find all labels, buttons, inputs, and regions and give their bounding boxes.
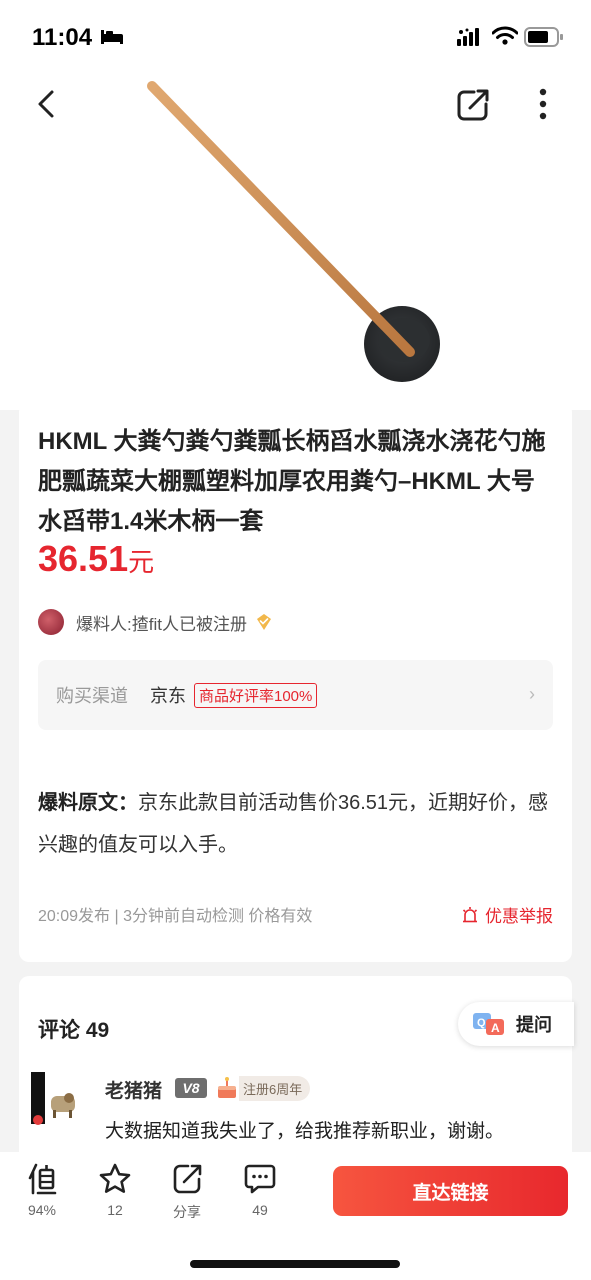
commenter-avatar[interactable] xyxy=(31,1072,81,1128)
product-title: HKML 大粪勺粪勺粪瓢长柄舀水瓢浇水浇花勺施肥瓢蔬菜大棚瓢塑料加厚农用粪勺–H… xyxy=(38,428,546,535)
more-vertical-icon xyxy=(539,88,547,120)
status-time: 11:04 xyxy=(32,24,93,51)
report-label: 优惠举报 xyxy=(485,907,553,926)
worth-button[interactable]: 94% xyxy=(12,1162,72,1218)
back-icon xyxy=(38,90,54,118)
back-button[interactable] xyxy=(30,86,66,122)
post-content: 爆料原文：京东此款目前活动售价36.51元，近期好价，感兴趣的值友可以入手。 xyxy=(38,782,558,866)
product-card: HKML 大粪勺粪勺粪瓢长柄舀水瓢浇水浇花勺施肥瓢蔬菜大棚瓢塑料加厚农用粪勺–H… xyxy=(19,402,572,962)
worth-label: 94% xyxy=(27,1202,57,1218)
svg-text:A: A xyxy=(491,1021,500,1035)
author-row[interactable]: 爆料人: 揸fit人已被注册 xyxy=(38,608,273,636)
favorite-count: 12 xyxy=(107,1202,123,1218)
share-icon xyxy=(173,1164,202,1194)
author-label: 爆料人: xyxy=(76,614,132,634)
comment-icon xyxy=(244,1164,276,1194)
product-image[interactable] xyxy=(130,70,450,390)
star-icon xyxy=(99,1163,131,1193)
ask-question-button[interactable]: AQ 提问 xyxy=(458,1002,574,1046)
qa-icon: AQ xyxy=(473,1013,504,1035)
share-top-button[interactable] xyxy=(454,86,492,124)
svg-text:Q: Q xyxy=(477,1017,486,1029)
comments-section: 评论 49 AQ 提问 老猪猪 V8 注册6周年 大数据知道我失业了，给我推荐新… xyxy=(19,976,574,1176)
comment-button[interactable]: 49 xyxy=(230,1162,290,1218)
author-name[interactable]: 揸fit人已被注册 xyxy=(132,610,247,635)
ask-label: 提问 xyxy=(516,1015,552,1035)
comment-count: 49 xyxy=(252,1202,268,1218)
publish-info: 20:09发布 | 3分钟前自动检测 价格有效 xyxy=(38,908,313,925)
commenter-name[interactable]: 老猪猪 xyxy=(105,1076,162,1103)
wifi-icon xyxy=(492,26,518,45)
worth-icon xyxy=(28,1163,57,1195)
meta-row: 20:09发布 | 3分钟前自动检测 价格有效 优惠举报 xyxy=(38,902,553,926)
share-label: 分享 xyxy=(173,1204,201,1220)
verified-badge-icon xyxy=(256,614,271,630)
cake-icon xyxy=(218,1077,236,1098)
cellular-signal-icon xyxy=(457,28,479,46)
report-button[interactable]: 优惠举报 xyxy=(461,902,553,927)
comments-title: 评论 49 xyxy=(38,1019,110,1042)
battery-icon xyxy=(524,27,563,47)
anniversary-badge: 注册6周年 xyxy=(215,1075,311,1101)
chevron-right-icon: › xyxy=(529,684,535,704)
share-icon xyxy=(457,89,489,121)
anniversary-label: 注册6周年 xyxy=(239,1075,311,1101)
purchase-channel[interactable]: 购买渠道 京东 商品好评率100% › xyxy=(38,660,553,730)
price-value: 36.51 xyxy=(38,538,129,579)
price-unit: 元 xyxy=(128,547,155,577)
direct-link-button[interactable]: 直达链接 xyxy=(333,1166,568,1216)
favorite-button[interactable]: 12 xyxy=(85,1162,145,1218)
status-bar: 11:04 xyxy=(0,0,591,72)
content-label: 爆料原文： xyxy=(38,792,138,814)
alarm-icon xyxy=(462,906,478,922)
home-indicator[interactable] xyxy=(190,1260,400,1268)
channel-label: 购买渠道 xyxy=(56,686,128,706)
channel-store: 京东 xyxy=(150,686,186,706)
comment-text: 大数据知道我失业了，给我推荐新职业，谢谢。 xyxy=(105,1121,505,1142)
bottom-action-bar: 94% 12 分享 49 直达链接 xyxy=(0,1152,591,1280)
sleep-mode-icon xyxy=(101,30,123,44)
level-badge: V8 xyxy=(175,1078,207,1098)
more-button[interactable] xyxy=(528,86,558,124)
author-avatar[interactable] xyxy=(38,609,64,635)
price: 36.51元 xyxy=(38,538,154,580)
share-button[interactable]: 分享 xyxy=(157,1162,217,1222)
rating-tag: 商品好评率100% xyxy=(194,682,318,708)
